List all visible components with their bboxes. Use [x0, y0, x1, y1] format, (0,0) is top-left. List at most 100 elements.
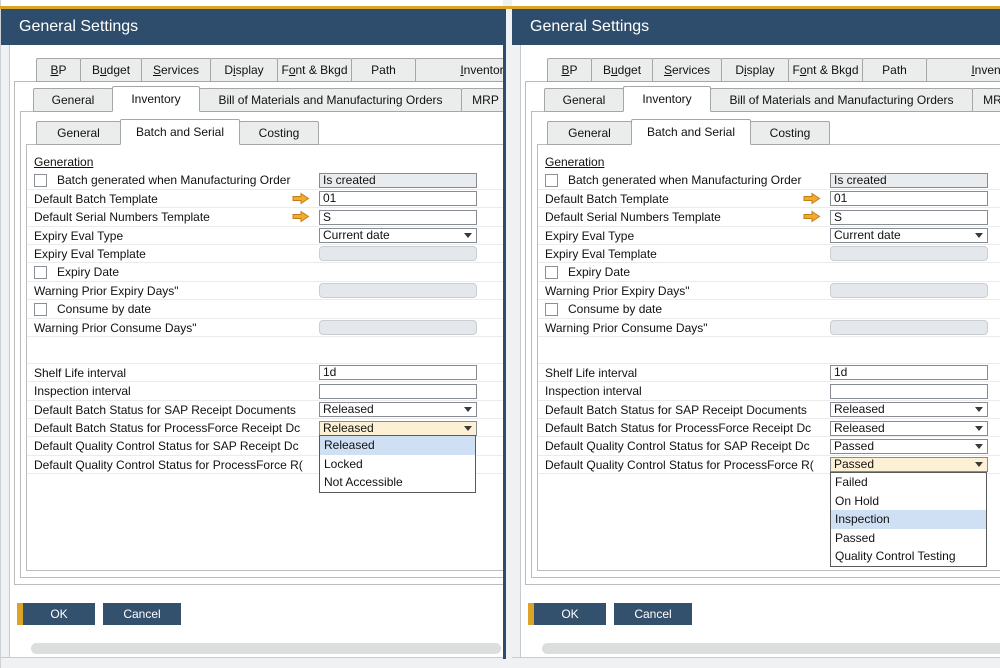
- tab-general-l3[interactable]: General: [36, 121, 121, 145]
- tab-services[interactable]: Services: [141, 58, 211, 82]
- default-serial-template-input[interactable]: S: [319, 210, 477, 225]
- expiry-eval-template-label: Expiry Eval Template: [34, 245, 146, 263]
- tab-path[interactable]: Path: [862, 58, 927, 82]
- dropdown-option-failed[interactable]: Failed: [831, 473, 986, 492]
- horizontal-scrollbar[interactable]: [31, 643, 501, 654]
- tab-inventory-top[interactable]: Inventory: [926, 58, 1000, 82]
- tab-font-bkgd[interactable]: Font & Bkgd: [277, 58, 352, 82]
- consume-by-date-checkbox[interactable]: [34, 303, 47, 316]
- inspection-interval-input[interactable]: [319, 384, 477, 399]
- consume-by-date-label: Consume by date: [568, 300, 662, 318]
- batch-generated-when-field: Is created: [830, 173, 988, 188]
- tab-general-l2[interactable]: General: [544, 88, 624, 112]
- window-top-accent-line: [0, 6, 1000, 9]
- horizontal-scrollbar[interactable]: [542, 643, 1000, 654]
- expiry-eval-type-row: Expiry Eval Type Current date: [538, 227, 1000, 245]
- window-titlebar[interactable]: General Settings: [1, 9, 503, 45]
- batch-generated-checkbox[interactable]: [34, 174, 47, 187]
- ok-button[interactable]: OK: [23, 603, 95, 625]
- tab-budget[interactable]: Budget: [591, 58, 653, 82]
- dropdown-option-locked[interactable]: Locked: [320, 455, 475, 474]
- dropdown-option-qc-testing[interactable]: Quality Control Testing: [831, 547, 986, 566]
- expiry-eval-template-row: Expiry Eval Template: [27, 245, 503, 263]
- link-arrow-icon[interactable]: [803, 210, 821, 223]
- batch-status-pf-label: Default Batch Status for ProcessForce Re…: [545, 419, 811, 437]
- tab-budget[interactable]: Budget: [80, 58, 142, 82]
- dialog-buttons: OK Cancel: [17, 603, 181, 625]
- tab-batch-and-serial[interactable]: Batch and Serial: [120, 119, 240, 145]
- tab-bp[interactable]: BP: [36, 58, 81, 82]
- tab-font-bkgd[interactable]: Font & Bkgd: [788, 58, 863, 82]
- batch-status-sap-label: Default Batch Status for SAP Receipt Doc…: [545, 401, 807, 419]
- shelf-life-row: Shelf Life interval 1d: [538, 364, 1000, 382]
- tab-general-l3[interactable]: General: [547, 121, 632, 145]
- dropdown-option-released[interactable]: Released: [320, 436, 475, 455]
- dropdown-option-not-accessible[interactable]: Not Accessible: [320, 473, 475, 492]
- tab-services[interactable]: Services: [652, 58, 722, 82]
- link-arrow-icon[interactable]: [803, 192, 821, 205]
- default-batch-template-row: Default Batch Template 01: [27, 190, 503, 208]
- default-batch-template-input[interactable]: 01: [830, 191, 988, 206]
- batch-status-sap-row: Default Batch Status for SAP Receipt Doc…: [27, 401, 503, 419]
- consume-by-date-row: Consume by date: [538, 300, 1000, 318]
- generation-header: Generation: [545, 153, 604, 171]
- dropdown-caret-icon: [975, 233, 983, 238]
- cancel-button[interactable]: Cancel: [103, 603, 181, 625]
- window-title: General Settings: [19, 18, 138, 36]
- window-titlebar[interactable]: General Settings: [512, 9, 1000, 45]
- warning-prior-expiry-field: [319, 283, 477, 298]
- warning-prior-expiry-label: Warning Prior Expiry Days": [34, 282, 179, 300]
- tab-inventory-l2[interactable]: Inventory: [112, 86, 200, 112]
- qc-status-sap-label: Default Quality Control Status for SAP R…: [34, 437, 299, 455]
- consume-by-date-checkbox[interactable]: [545, 303, 558, 316]
- tab-bp[interactable]: BP: [547, 58, 592, 82]
- dropdown-option-on-hold[interactable]: On Hold: [831, 492, 986, 511]
- default-batch-template-row: Default Batch Template 01: [538, 190, 1000, 208]
- qc-status-sap-row: Default Quality Control Status for SAP R…: [538, 437, 1000, 455]
- dropdown-option-inspection[interactable]: Inspection: [831, 510, 986, 529]
- warning-prior-expiry-row: Warning Prior Expiry Days": [27, 282, 503, 300]
- tab-path[interactable]: Path: [351, 58, 416, 82]
- warning-prior-consume-row: Warning Prior Consume Days": [27, 319, 503, 337]
- batch-generated-checkbox[interactable]: [545, 174, 558, 187]
- default-batch-template-input[interactable]: 01: [319, 191, 477, 206]
- qc-status-pf-label: Default Quality Control Status for Proce…: [545, 456, 814, 474]
- ok-button[interactable]: OK: [534, 603, 606, 625]
- expiry-eval-template-label: Expiry Eval Template: [545, 245, 657, 263]
- expiry-eval-type-dropdown[interactable]: Current date: [830, 228, 988, 243]
- tab-batch-and-serial[interactable]: Batch and Serial: [631, 119, 751, 145]
- window-left-gutter: [512, 45, 521, 668]
- batch-status-pf-dropdown[interactable]: Released: [830, 421, 988, 436]
- tab-bom-orders[interactable]: Bill of Materials and Manufacturing Orde…: [199, 88, 462, 112]
- tab-general-l2[interactable]: General: [33, 88, 113, 112]
- tab-bom-orders[interactable]: Bill of Materials and Manufacturing Orde…: [710, 88, 973, 112]
- tab-display[interactable]: Display: [210, 58, 278, 82]
- expiry-date-checkbox[interactable]: [545, 266, 558, 279]
- link-arrow-icon[interactable]: [292, 192, 310, 205]
- default-serial-template-input[interactable]: S: [830, 210, 988, 225]
- inspection-interval-input[interactable]: [830, 384, 988, 399]
- tab-inventory-top[interactable]: Inventory: [415, 58, 503, 82]
- tab-mrp[interactable]: MRP: [972, 88, 1000, 112]
- cancel-button[interactable]: Cancel: [614, 603, 692, 625]
- batch-status-sap-dropdown[interactable]: Released: [319, 402, 477, 417]
- expiry-date-checkbox[interactable]: [34, 266, 47, 279]
- tab-costing[interactable]: Costing: [239, 121, 319, 145]
- tab-display[interactable]: Display: [721, 58, 789, 82]
- shelf-life-input[interactable]: 1d: [319, 365, 477, 380]
- top-tab-bar: BP Budget Services Display Font & Bkgd P…: [547, 58, 1000, 82]
- link-arrow-icon[interactable]: [292, 210, 310, 223]
- tab-inventory-l2[interactable]: Inventory: [623, 86, 711, 112]
- batch-status-sap-label: Default Batch Status for SAP Receipt Doc…: [34, 401, 296, 419]
- tab-mrp[interactable]: MRP: [461, 88, 503, 112]
- qc-status-sap-dropdown[interactable]: Passed: [830, 439, 988, 454]
- expiry-eval-type-dropdown[interactable]: Current date: [319, 228, 477, 243]
- batch-status-sap-dropdown[interactable]: Released: [830, 402, 988, 417]
- dropdown-option-passed[interactable]: Passed: [831, 529, 986, 548]
- tab-costing[interactable]: Costing: [750, 121, 830, 145]
- shelf-life-input[interactable]: 1d: [830, 365, 988, 380]
- batch-serial-form: Generation Batch generated when Manufact…: [538, 153, 1000, 474]
- batch-serial-form: Generation Batch generated when Manufact…: [27, 153, 503, 474]
- qc-status-pf-dropdown-open[interactable]: Passed: [830, 457, 988, 472]
- batch-status-pf-dropdown-open[interactable]: Released: [319, 421, 477, 436]
